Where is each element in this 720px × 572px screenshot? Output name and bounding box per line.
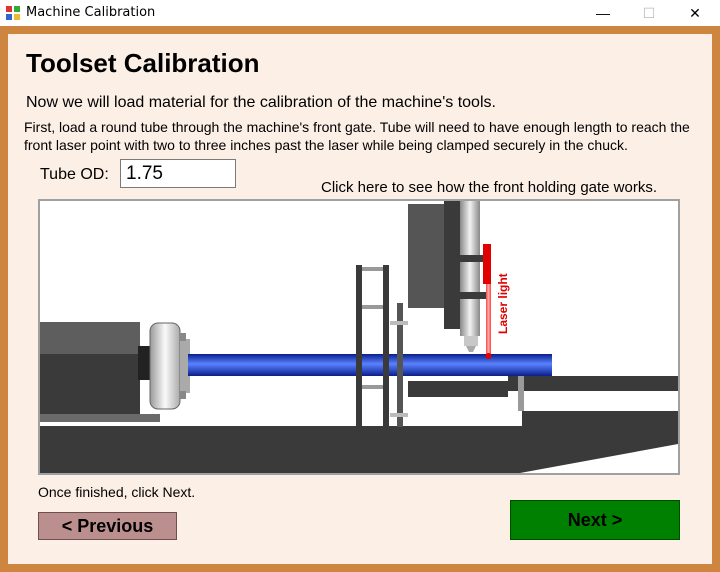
page-title: Toolset Calibration [26, 48, 260, 78]
lead-text: Now we will load material for the calibr… [26, 94, 496, 111]
laser-light-indicator: Laser light [483, 244, 510, 359]
window-title: Machine Calibration [26, 5, 156, 20]
instructions-text: First, load a round tube through the mac… [24, 119, 690, 153]
tube-od-label: Tube OD: [40, 166, 109, 183]
title-bar[interactable]: Machine Calibration — ☐ ✕ [0, 0, 720, 26]
front-gate [356, 265, 408, 427]
close-icon[interactable]: ✕ [672, 0, 718, 26]
front-gate-link[interactable]: Click here to see how the front holding … [321, 179, 657, 196]
app-icon [6, 6, 20, 20]
maximize-icon[interactable]: ☐ [626, 0, 672, 26]
laser-light-label: Laser light [496, 273, 510, 334]
finish-note: Once finished, click Next. [38, 484, 196, 500]
minimize-icon[interactable]: — [580, 0, 626, 26]
chuck [149, 322, 190, 410]
previous-button[interactable]: < Previous [38, 512, 177, 540]
client-area: Toolset Calibration Now we will load mat… [8, 34, 712, 564]
next-button[interactable]: Next > [510, 500, 680, 540]
machine-diagram: Laser light [38, 199, 680, 475]
headstock [40, 322, 160, 422]
tube-od-input[interactable] [120, 159, 236, 188]
tube [188, 354, 552, 376]
laser-head [408, 201, 490, 352]
